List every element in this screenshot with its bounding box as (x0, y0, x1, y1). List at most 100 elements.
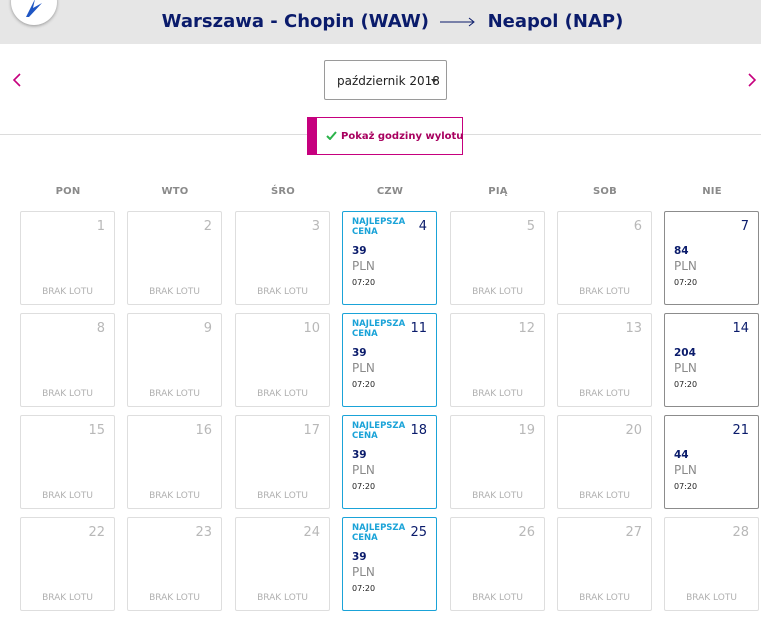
day-number: 6 (633, 219, 642, 234)
weekday-header: PON (55, 186, 81, 197)
day-number: 10 (303, 321, 320, 336)
calendar-day-unavailable: 26 BRAK LOTU (450, 517, 545, 611)
price-value: 39 (352, 347, 367, 359)
calendar-day-unavailable: 24 BRAK LOTU (235, 517, 330, 611)
no-flight-label: BRAK LOTU (149, 389, 200, 399)
route-arrow-icon (439, 11, 477, 32)
day-number: 5 (526, 219, 535, 234)
calendar-day-unavailable: 1 BRAK LOTU (20, 211, 115, 305)
calendar-day-unavailable: 16 BRAK LOTU (127, 415, 222, 509)
departure-time: 07:20 (674, 482, 698, 491)
origin-label: Warszawa - Chopin (WAW) (161, 11, 430, 32)
calendar-day-unavailable: 19 BRAK LOTU (450, 415, 545, 509)
month-select[interactable]: październik 2018 (324, 60, 447, 100)
calendar-day-unavailable: 28 BRAK LOTU (664, 517, 759, 611)
no-flight-label: BRAK LOTU (257, 593, 308, 603)
no-flight-label: BRAK LOTU (579, 593, 630, 603)
weekday-header: CZW (376, 186, 404, 197)
no-flight-label: BRAK LOTU (42, 593, 93, 603)
best-price-badge: NAJLEPSZA CENA (352, 523, 412, 543)
price-value: 39 (352, 245, 367, 257)
day-number: 7 (740, 219, 749, 234)
day-number: 8 (96, 321, 105, 336)
best-price-line2: CENA (352, 329, 378, 339)
departure-time: 07:20 (674, 278, 698, 287)
calendar-day-unavailable: 15 BRAK LOTU (20, 415, 115, 509)
no-flight-label: BRAK LOTU (686, 593, 737, 603)
day-number: 22 (88, 525, 105, 540)
day-number: 20 (625, 423, 642, 438)
day-number: 2 (203, 219, 212, 234)
calendar-day-unavailable: 20 BRAK LOTU (557, 415, 652, 509)
calendar-day-unavailable: 9 BRAK LOTU (127, 313, 222, 407)
no-flight-label: BRAK LOTU (472, 287, 523, 297)
day-number: 9 (203, 321, 212, 336)
price-value: 44 (674, 449, 689, 461)
show-departure-times-label: Pokaż godziny wylotu (341, 131, 464, 142)
price-currency: PLN (674, 463, 697, 477)
no-flight-label: BRAK LOTU (149, 593, 200, 603)
day-number: 23 (195, 525, 212, 540)
best-price-line1: NAJLEPSZA (352, 421, 406, 431)
calendar-day-unavailable: 13 BRAK LOTU (557, 313, 652, 407)
price-currency: PLN (352, 463, 375, 477)
day-number: 14 (732, 321, 749, 336)
route-title: Warszawa - Chopin (WAW) Neapol (NAP) (0, 11, 761, 32)
show-departure-times-button[interactable]: Pokaż godziny wylotu (307, 117, 463, 155)
price-currency: PLN (352, 259, 375, 273)
route-header-bar: Warszawa - Chopin (WAW) Neapol (NAP) (0, 0, 761, 44)
departure-time: 07:20 (352, 380, 376, 389)
day-number: 21 (732, 423, 749, 438)
day-number: 4 (418, 219, 427, 234)
calendar-day-unavailable: 17 BRAK LOTU (235, 415, 330, 509)
price-value: 84 (674, 245, 689, 257)
best-price-line1: NAJLEPSZA (352, 217, 406, 227)
day-number: 13 (625, 321, 642, 336)
no-flight-label: BRAK LOTU (579, 287, 630, 297)
price-value: 204 (674, 347, 696, 359)
price-currency: PLN (352, 361, 375, 375)
calendar-day-unavailable: 23 BRAK LOTU (127, 517, 222, 611)
caret-down-icon (431, 79, 437, 83)
calendar-day[interactable]: 7 84 PLN 07:20 (664, 211, 759, 305)
calendar-day-unavailable: 22 BRAK LOTU (20, 517, 115, 611)
day-number: 28 (732, 525, 749, 540)
day-number: 3 (311, 219, 320, 234)
best-price-line2: CENA (352, 227, 378, 237)
no-flight-label: BRAK LOTU (472, 389, 523, 399)
best-price-line1: NAJLEPSZA (352, 523, 406, 533)
calendar-day-unavailable: 27 BRAK LOTU (557, 517, 652, 611)
page: Warszawa - Chopin (WAW) Neapol (NAP) paź… (0, 0, 761, 617)
no-flight-label: BRAK LOTU (472, 491, 523, 501)
day-number: 15 (88, 423, 105, 438)
departure-time: 07:20 (352, 278, 376, 287)
best-price-line1: NAJLEPSZA (352, 319, 406, 329)
no-flight-label: BRAK LOTU (42, 491, 93, 501)
calendar-day[interactable]: 18 NAJLEPSZA CENA 39 PLN 07:20 (342, 415, 437, 509)
no-flight-label: BRAK LOTU (579, 491, 630, 501)
calendar-day-unavailable: 10 BRAK LOTU (235, 313, 330, 407)
best-price-badge: NAJLEPSZA CENA (352, 319, 412, 339)
next-month-button[interactable] (743, 66, 761, 94)
day-number: 11 (410, 321, 427, 336)
previous-month-button[interactable] (8, 66, 26, 94)
departure-time: 07:20 (352, 584, 376, 593)
day-number: 17 (303, 423, 320, 438)
price-value: 39 (352, 551, 367, 563)
day-number: 25 (410, 525, 427, 540)
no-flight-label: BRAK LOTU (149, 491, 200, 501)
calendar-day[interactable]: 25 NAJLEPSZA CENA 39 PLN 07:20 (342, 517, 437, 611)
best-price-line2: CENA (352, 533, 378, 543)
no-flight-label: BRAK LOTU (149, 287, 200, 297)
chevron-left-icon (12, 73, 21, 87)
weekday-header: WTO (161, 186, 189, 197)
calendar-day[interactable]: 14 204 PLN 07:20 (664, 313, 759, 407)
no-flight-label: BRAK LOTU (42, 389, 93, 399)
calendar-day[interactable]: 11 NAJLEPSZA CENA 39 PLN 07:20 (342, 313, 437, 407)
best-price-badge: NAJLEPSZA CENA (352, 217, 412, 237)
weekday-header: NIE (702, 186, 722, 197)
no-flight-label: BRAK LOTU (472, 593, 523, 603)
price-currency: PLN (674, 361, 697, 375)
calendar-day[interactable]: 21 44 PLN 07:20 (664, 415, 759, 509)
calendar-day[interactable]: 4 NAJLEPSZA CENA 39 PLN 07:20 (342, 211, 437, 305)
